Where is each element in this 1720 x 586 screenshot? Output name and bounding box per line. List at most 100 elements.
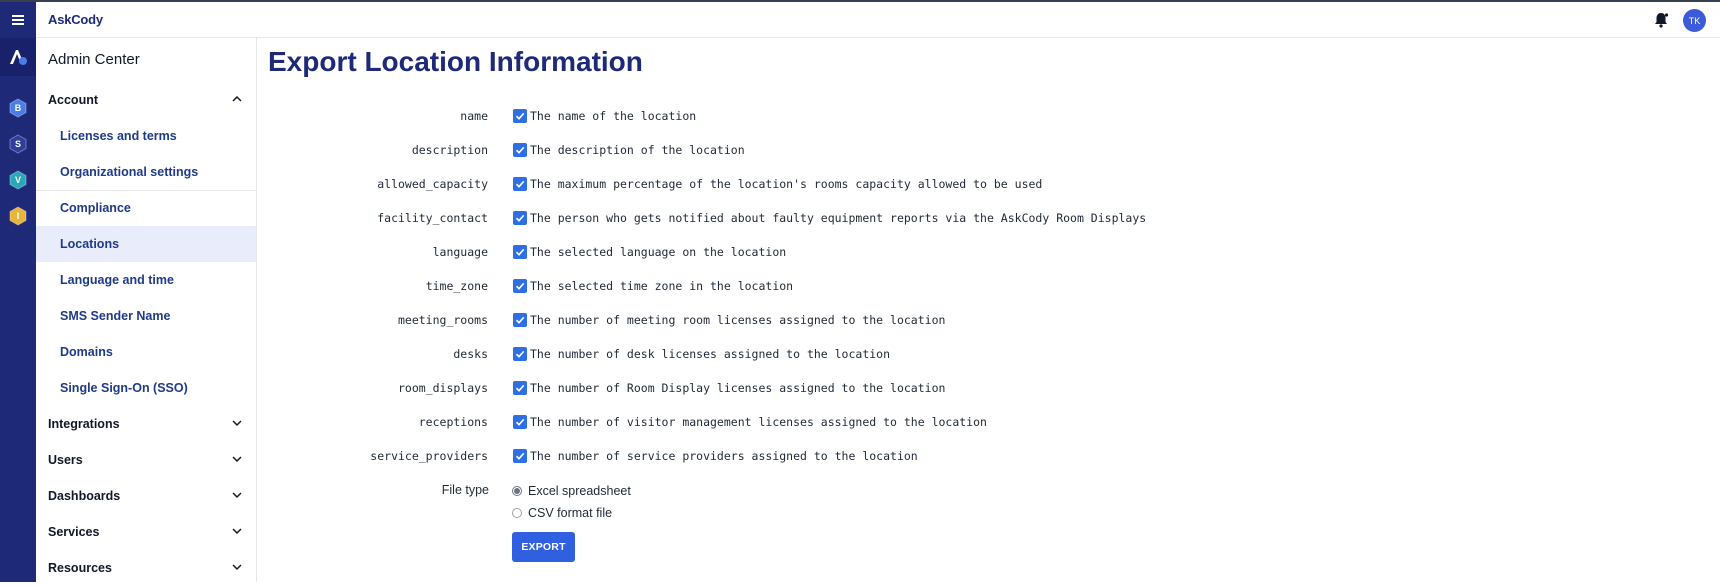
nav-group-dashboards[interactable]: Dashboards (36, 478, 256, 514)
field-description: The person who gets notified about fault… (530, 211, 1147, 225)
nav-group-label: Resources (48, 561, 112, 575)
field-checkbox[interactable] (513, 313, 527, 327)
admin-sidebar: Admin Center Account Licenses and terms O… (36, 38, 257, 582)
hamburger-icon (12, 15, 24, 25)
field-name: receptions (418, 415, 488, 429)
askcody-a-icon (10, 50, 27, 65)
chevron-down-icon (232, 456, 242, 463)
nav-group-users[interactable]: Users (36, 442, 256, 478)
field-description: The selected time zone in the location (530, 279, 794, 293)
field-name: description (411, 143, 488, 157)
field-row-receptions: receptions The number of visitor manageme… (268, 406, 1368, 440)
sidebar-item-single-sign-on-sso[interactable]: Single Sign-On (SSO) (36, 370, 256, 406)
field-row-room-displays: room_displays The number of Room Display … (268, 372, 1368, 406)
chevron-down-icon (232, 492, 242, 499)
field-description: The maximum percentage of the location's… (530, 177, 1043, 191)
nav-group-resources[interactable]: Resources (36, 550, 256, 586)
nav-group-label: Users (48, 453, 83, 467)
field-description: The number of service providers assigned… (530, 449, 918, 463)
rail-app-s-icon[interactable]: S (8, 134, 28, 154)
field-checkbox[interactable] (513, 381, 527, 395)
export-button[interactable]: EXPORT (512, 532, 575, 562)
file-type-option-csv-format-file[interactable]: CSV format file (512, 506, 612, 520)
sidebar-item-compliance[interactable]: Compliance (36, 190, 256, 226)
chevron-down-icon (232, 420, 242, 427)
field-name: facility_contact (377, 211, 488, 225)
sidebar-title: Admin Center (48, 51, 140, 68)
top-header: AskCody TK (36, 2, 1720, 38)
field-description: The name of the location (530, 109, 697, 123)
sidebar-divider (36, 190, 256, 191)
radio-label: Excel spreadsheet (528, 484, 631, 498)
field-name: meeting_rooms (397, 313, 488, 327)
check-icon (515, 384, 525, 392)
check-icon (515, 248, 525, 256)
check-icon (515, 112, 525, 120)
field-row-facility-contact: facility_contact The person who gets noti… (268, 202, 1368, 236)
field-row-description: description The description of the locati… (268, 134, 1368, 168)
nav-group-account[interactable]: Account (36, 82, 256, 118)
page-title: Export Location Information (268, 46, 643, 77)
user-avatar[interactable]: TK (1683, 9, 1706, 32)
field-description: The number of meeting room licenses assi… (530, 313, 946, 327)
field-name: service_providers (370, 449, 488, 463)
field-row-time-zone: time_zone The selected time zone in the l… (268, 270, 1368, 304)
rail-app-v-icon[interactable]: V (8, 170, 28, 190)
radio-button[interactable] (512, 486, 522, 496)
field-checkbox[interactable] (513, 347, 527, 361)
field-name: desks (453, 347, 488, 361)
nav-group-label: Services (48, 525, 100, 539)
check-icon (515, 282, 525, 290)
radio-button[interactable] (512, 508, 522, 518)
file-type-option-excel-spreadsheet[interactable]: Excel spreadsheet (512, 484, 631, 498)
app-rail: BSVI (0, 2, 36, 582)
file-type-label: File type (441, 483, 489, 497)
sidebar-item-organizational-settings[interactable]: Organizational settings (36, 154, 256, 190)
check-icon (515, 418, 525, 426)
field-row-language: language The selected language on the loc… (268, 236, 1368, 270)
field-checkbox[interactable] (513, 279, 527, 293)
field-checkbox[interactable] (513, 245, 527, 259)
field-checkbox[interactable] (513, 415, 527, 429)
field-row-name: name The name of the location (268, 100, 1368, 134)
field-checkbox[interactable] (513, 109, 527, 123)
field-checkbox[interactable] (513, 177, 527, 191)
field-name: room_displays (397, 381, 488, 395)
nav-group-label: Dashboards (48, 489, 121, 503)
field-row-allowed-capacity: allowed_capacity The maximum percentage o… (268, 168, 1368, 202)
chevron-down-icon (232, 528, 242, 535)
brand-logo[interactable]: AskCody (48, 12, 103, 27)
notification-bell-icon[interactable] (1652, 11, 1670, 29)
field-description: The number of desk licenses assigned to … (530, 347, 891, 361)
nav-group-label: Integrations (48, 417, 120, 431)
chevron-up-icon (232, 95, 242, 102)
field-description: The description of the location (530, 143, 745, 157)
nav-group-label: Account (48, 93, 98, 107)
check-icon (515, 350, 525, 358)
field-description: The number of Room Display licenses assi… (530, 381, 946, 395)
sidebar-item-sms-sender-name[interactable]: SMS Sender Name (36, 298, 256, 334)
sidebar-item-locations[interactable]: Locations (36, 226, 256, 262)
rail-app-i-icon[interactable]: I (8, 206, 28, 226)
nav-group-services[interactable]: Services (36, 514, 256, 550)
chevron-down-icon (232, 564, 242, 571)
sidebar-item-licenses-and-terms[interactable]: Licenses and terms (36, 118, 256, 154)
check-icon (515, 316, 525, 324)
rail-app-b-icon[interactable]: B (8, 98, 28, 118)
field-checkbox[interactable] (513, 211, 527, 225)
sidebar-item-domains[interactable]: Domains (36, 334, 256, 370)
field-row-service-providers: service_providers The number of service p… (268, 440, 1368, 474)
sidebar-item-language-and-time[interactable]: Language and time (36, 262, 256, 298)
field-checkbox[interactable] (513, 143, 527, 157)
check-icon (515, 452, 525, 460)
menu-toggle-button[interactable] (0, 2, 36, 38)
field-description: The number of visitor management license… (530, 415, 987, 429)
admin-app-logo[interactable] (0, 38, 36, 76)
field-name: time_zone (425, 279, 488, 293)
field-row-meeting-rooms: meeting_rooms The number of meeting room … (268, 304, 1368, 338)
field-name: language (432, 245, 488, 259)
nav-group-integrations[interactable]: Integrations (36, 406, 256, 442)
check-icon (515, 146, 525, 154)
field-checkbox[interactable] (513, 449, 527, 463)
field-description: The selected language on the location (530, 245, 787, 259)
